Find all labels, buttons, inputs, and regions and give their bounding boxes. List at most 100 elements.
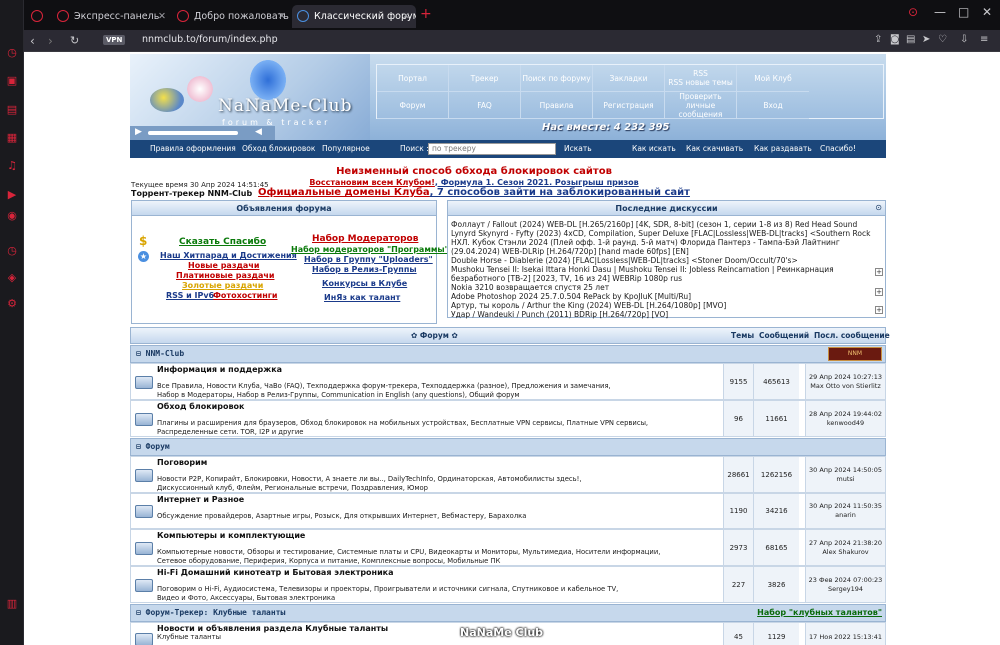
last-post[interactable]: 27 Апр 2024 21:38:20 Alex Shakurov: [805, 530, 885, 565]
subforums[interactable]: Поговорим о Hi-Fi, Аудиосистема, Телевиз…: [157, 585, 723, 594]
new-tab-button[interactable]: +: [420, 6, 432, 22]
share-icon[interactable]: ⇪: [874, 34, 882, 45]
last-post[interactable]: 30 Апр 2024 14:50:05 mutsi: [805, 457, 885, 492]
send-icon[interactable]: ➤: [922, 34, 930, 45]
link-how-seed[interactable]: Как раздавать: [754, 144, 812, 153]
subforums[interactable]: Распределенные сети. TOR, I2P и другие: [157, 428, 723, 437]
last-post[interactable]: 28 Апр 2024 19:44:02 kenwood49: [805, 401, 885, 436]
menu-forum-search[interactable]: Поиск по форуму: [521, 65, 593, 92]
forum-title[interactable]: Компьютеры и комплектующие: [157, 531, 305, 540]
menu-rss[interactable]: RSS RSS новые темы: [665, 65, 737, 92]
tab-forum[interactable]: Классический форум-трекер✕: [292, 5, 416, 28]
close-icon[interactable]: ✕: [402, 5, 410, 28]
link-new-releases[interactable]: Новые раздачи: [188, 261, 259, 270]
speaker-icon[interactable]: ◀: [255, 127, 262, 137]
promo-formula[interactable]: , Формула 1. Сезон 2021. Розыгрыш призов: [435, 178, 639, 187]
subforums[interactable]: Новости P2P, Копирайт, Блокировки, Новос…: [157, 475, 723, 484]
subforums[interactable]: Видео и Фото, Аксессуары, Бытовая электр…: [157, 594, 723, 603]
extensions-icon[interactable]: ▥: [5, 597, 19, 611]
last-post[interactable]: 23 Фев 2024 07:00:23 Sergey194: [805, 567, 885, 602]
history-icon[interactable]: ◷: [5, 46, 19, 60]
search-button[interactable]: Искать: [564, 144, 592, 153]
minimize-button[interactable]: —: [934, 5, 946, 19]
link-thanks[interactable]: Спасибо!: [820, 144, 856, 153]
link-uploaders[interactable]: Набор в Группу "Uploaders": [304, 255, 433, 264]
forum-title[interactable]: Интернет и Разное: [157, 495, 244, 504]
discussion-item[interactable]: Lynyrd Skynyrd - Fyfty (2023) 4xCD, Comp…: [451, 229, 871, 238]
last-post[interactable]: 29 Апр 2024 10:27:13 Max Otto von Stierli…: [805, 364, 885, 399]
menu-login[interactable]: Вход: [737, 92, 809, 119]
discussion-item[interactable]: Nokia 3210 возвращается спустя 25 лет: [451, 283, 871, 292]
discussion-item[interactable]: Удар / Wandeuki / Punch (2011) BDRip [H.…: [451, 310, 871, 319]
forum-title[interactable]: Новости и объявления раздела Клубные тал…: [157, 624, 388, 633]
expand-icon[interactable]: +: [875, 306, 883, 314]
player-icon[interactable]: ▶: [5, 188, 19, 202]
link-hitparade[interactable]: Наш Хитпарад и Достижения: [160, 251, 297, 260]
bag-icon[interactable]: ▣: [5, 74, 19, 88]
twitch-icon[interactable]: ▤: [5, 103, 19, 117]
forum-title[interactable]: Информация и поддержка: [157, 365, 282, 374]
link-popular[interactable]: Популярное: [322, 144, 370, 153]
subforums[interactable]: Обсуждение провайдеров, Азартные игры, Р…: [157, 512, 723, 521]
forum-row[interactable]: Интернет и Разное Обсуждение провайдеров…: [130, 493, 886, 529]
heart-icon[interactable]: ♡: [938, 34, 947, 45]
link-moderators[interactable]: Набор Модераторов: [312, 234, 418, 244]
forward-button[interactable]: ›: [48, 33, 53, 49]
promo-domains[interactable]: Официальные домены Клуба: [258, 187, 430, 198]
snapshot-icon[interactable]: ◉: [5, 209, 19, 223]
camera-icon[interactable]: ◙: [890, 34, 900, 45]
messenger-icon[interactable]: ▦: [5, 131, 19, 145]
promo-ways[interactable]: , 7 способов зайти на заблокированный са…: [430, 187, 690, 198]
settings-icon[interactable]: ⚙: [5, 297, 19, 311]
music-icon[interactable]: ♫: [5, 159, 19, 173]
forum-row[interactable]: Компьютеры и комплектующие Компьютерные …: [130, 529, 886, 566]
maximize-button[interactable]: □: [958, 5, 969, 19]
link-say-thanks[interactable]: Сказать Спасибо: [179, 237, 266, 247]
forum-title[interactable]: Обход блокировок: [157, 402, 244, 411]
category-forum[interactable]: ⊟ Форум: [130, 438, 886, 456]
menu-my-club[interactable]: Мой Клуб: [737, 65, 809, 92]
category-talents[interactable]: ⊟ Форум-Трекер: Клубные таланты Набор "к…: [130, 604, 886, 622]
subforums[interactable]: Плагины и расширения для браузеров, Обхо…: [157, 419, 723, 428]
last-post[interactable]: 17 Ноя 2022 15:13:41: [805, 623, 885, 645]
discussion-item[interactable]: Mushoku Tensei II: Isekai Ittara Honki D…: [451, 265, 871, 283]
menu-register[interactable]: Регистрация: [593, 92, 665, 119]
link-bypass[interactable]: Обход блокировок: [242, 144, 315, 153]
promo-restore[interactable]: Восстановим всем Клубом!: [309, 178, 435, 187]
collapse-icon[interactable]: ⊙: [875, 203, 882, 212]
link-gold[interactable]: Золотые раздачи: [182, 281, 263, 290]
subforums[interactable]: Компьютерные новости, Обзоры и тестирова…: [157, 548, 723, 557]
category-nnm-club[interactable]: ⊟ NNM-Club NNM: [130, 345, 886, 363]
banner-image[interactable]: NNM: [828, 347, 882, 361]
link-inyaz[interactable]: ИнЯз как талант: [324, 293, 400, 302]
menu-icon[interactable]: ≡: [980, 34, 988, 45]
expand-icon[interactable]: +: [875, 268, 883, 276]
subforums[interactable]: Набор в Модераторы, Набор в Релиз-Группы…: [157, 391, 723, 400]
link-rss-ipv6[interactable]: RSS и IPv6: [166, 291, 214, 300]
subforums[interactable]: Сетевое оборудование, Периферия, Корпуса…: [157, 557, 723, 566]
discussion-item[interactable]: Double Horse - Diablerie (2024) [FLAC|Lo…: [451, 256, 871, 265]
play-icon[interactable]: ▶: [135, 127, 142, 137]
forum-title[interactable]: Поговорим: [157, 458, 207, 467]
menu-rules[interactable]: Правила: [521, 92, 593, 119]
address-bar[interactable]: nnmclub.to/forum/index.php: [142, 34, 278, 45]
promo-line1[interactable]: Неизменный способ обхода блокировок сайт…: [224, 166, 724, 178]
link-how-download[interactable]: Как скачивать: [686, 144, 743, 153]
tab-express-panel[interactable]: Экспресс-панель ✕: [52, 5, 172, 28]
discussion-item[interactable]: Adobe Photoshop 2024 25.7.0.504 RePack b…: [451, 292, 871, 301]
subforums[interactable]: Клубные таланты: [157, 633, 723, 642]
expand-icon[interactable]: +: [875, 288, 883, 296]
reload-button[interactable]: ↻: [70, 33, 79, 49]
menu-forum[interactable]: Форум: [377, 92, 449, 119]
menu-faq[interactable]: FAQ: [449, 92, 521, 119]
discussion-item[interactable]: Артур, ты король / Arthur the King (2024…: [451, 301, 871, 310]
link-platinum[interactable]: Платиновые раздачи: [176, 271, 274, 280]
download-icon[interactable]: ⇩: [960, 34, 968, 45]
link-contests[interactable]: Конкурсы в Клубе: [322, 279, 407, 288]
link-rules-format[interactable]: Правила оформления: [150, 144, 236, 153]
volume-slider[interactable]: [148, 131, 238, 135]
discussion-item[interactable]: Фоллаут / Fallout (2024) WEB-DL [H.265/2…: [451, 220, 871, 229]
forum-row[interactable]: Hi-Fi Домашний кинотеатр и Бытовая элект…: [130, 566, 886, 603]
forum-row[interactable]: Поговорим Новости P2P, Копирайт, Блокиро…: [130, 456, 886, 493]
subforums[interactable]: Все Правила, Новости Клуба, ЧаВо (FAQ), …: [157, 382, 723, 391]
